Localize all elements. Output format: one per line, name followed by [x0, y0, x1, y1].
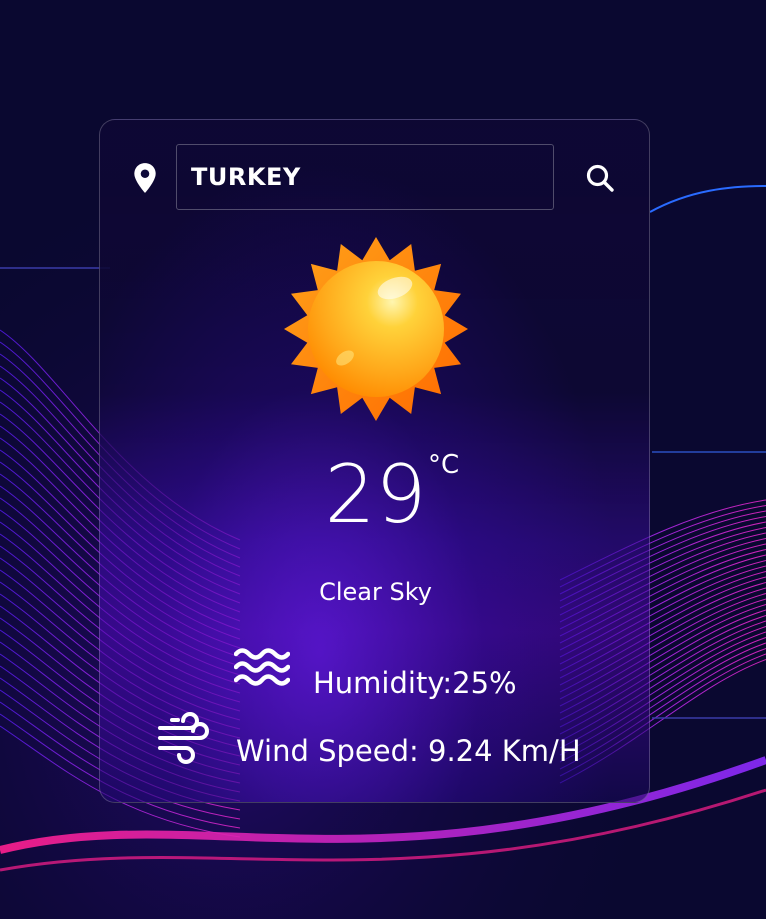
- location-pin-icon: [134, 163, 156, 193]
- sun-icon: [284, 237, 468, 421]
- search-icon[interactable]: [584, 162, 616, 194]
- wind-icon: [158, 712, 209, 764]
- humidity-value: 25%: [452, 666, 517, 700]
- wind-value: 9.24 Km/H: [428, 734, 581, 768]
- waves-icon: [234, 648, 290, 686]
- search-field[interactable]: [176, 144, 554, 210]
- weather-card: 29 °C Clear Sky Humidity:25% Wind Speed:…: [99, 119, 650, 803]
- wind-label: Wind Speed:: [236, 734, 419, 768]
- humidity-label: Humidity:: [313, 666, 453, 700]
- humidity-text: Humidity:25%: [313, 666, 517, 700]
- temperature-unit: °C: [428, 450, 460, 480]
- weather-description: Clear Sky: [319, 578, 432, 606]
- wind-speed-text: Wind Speed: 9.24 Km/H: [236, 734, 581, 768]
- temperature-value: 29: [324, 448, 427, 541]
- search-input[interactable]: [177, 145, 553, 209]
